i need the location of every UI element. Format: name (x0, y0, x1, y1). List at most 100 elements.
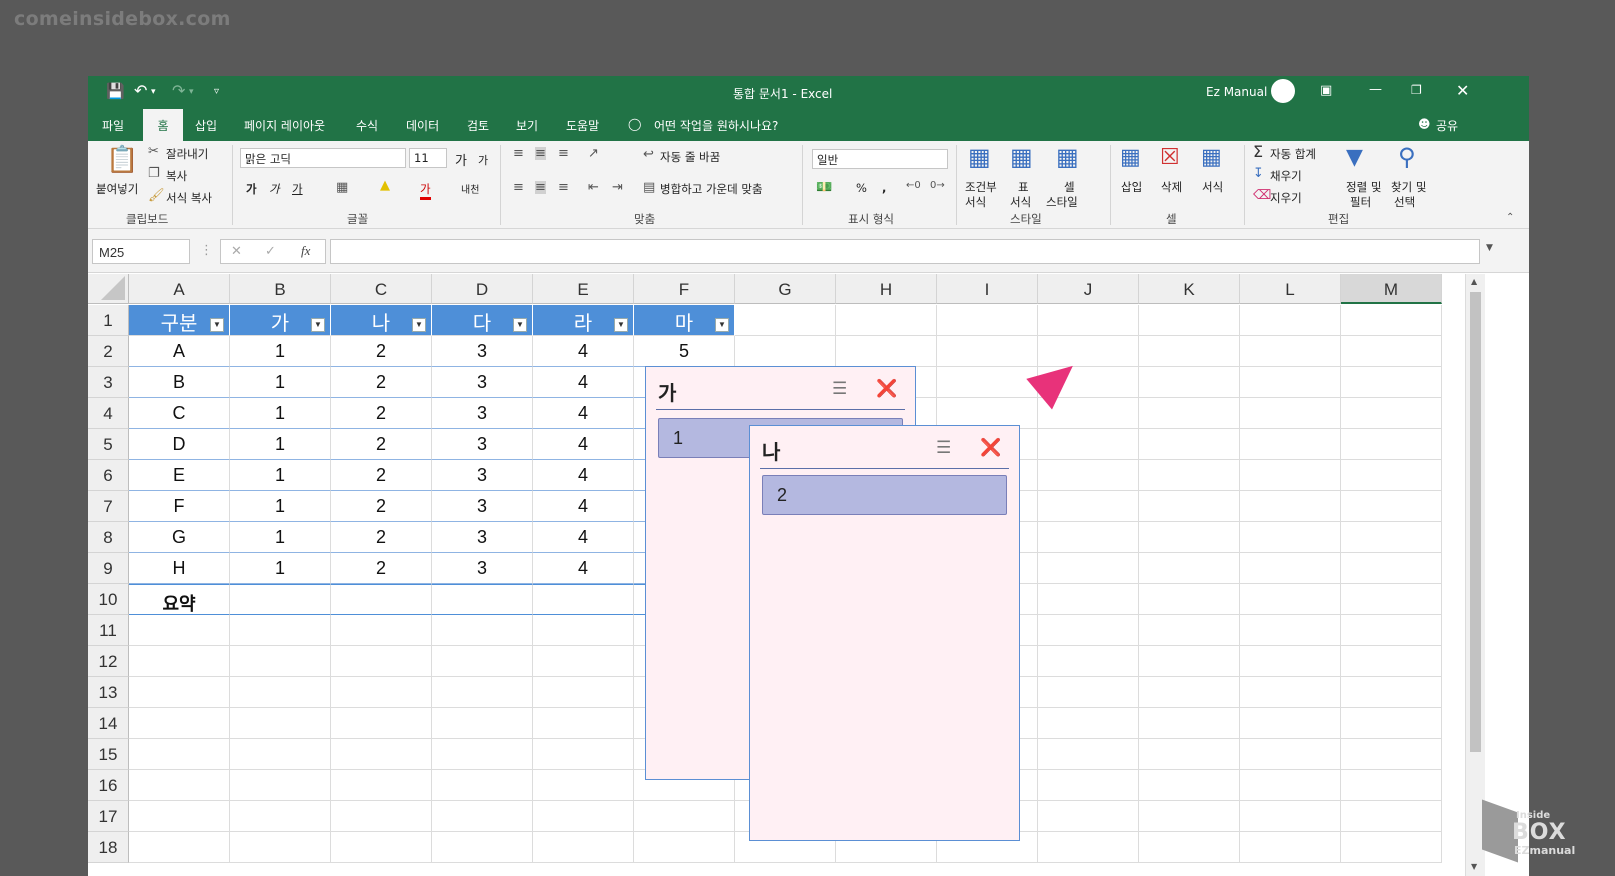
tab-view[interactable]: 보기 (516, 117, 538, 134)
table-cell[interactable]: 1 (230, 336, 331, 367)
cell[interactable] (1038, 553, 1139, 584)
number-format-select[interactable]: 일반 (812, 149, 948, 169)
filter-dropdown-icon[interactable]: ▼ (412, 318, 426, 332)
clear-filter-icon[interactable]: ❌ (980, 438, 1001, 458)
comma-button[interactable]: , (882, 181, 886, 195)
table-cell[interactable]: 2 (331, 553, 432, 584)
cell[interactable] (1341, 708, 1442, 739)
cell[interactable] (1139, 491, 1240, 522)
cell[interactable] (230, 832, 331, 863)
row-header[interactable]: 7 (88, 491, 129, 522)
table-header-cell[interactable]: 나 ▼ (331, 305, 432, 336)
delete-cells-button[interactable]: 삭제 (1161, 179, 1182, 195)
table-header-cell[interactable]: 라 ▼ (533, 305, 634, 336)
cell[interactable] (1341, 336, 1442, 367)
grow-font-button[interactable]: 가 (455, 150, 467, 169)
table-cell[interactable]: D (129, 429, 230, 460)
cell[interactable] (1240, 770, 1341, 801)
align-center-icon[interactable]: ≡ (535, 181, 546, 194)
cell[interactable] (735, 336, 836, 367)
multi-select-icon[interactable]: ☰ (936, 438, 951, 458)
font-size-select[interactable]: 11 (409, 148, 447, 168)
cell[interactable] (1139, 522, 1240, 553)
table-cell[interactable]: 1 (230, 460, 331, 491)
cell[interactable] (230, 708, 331, 739)
cell[interactable] (230, 646, 331, 677)
cell[interactable] (1341, 739, 1442, 770)
cell[interactable] (1341, 305, 1442, 336)
table-cell[interactable]: 1 (230, 522, 331, 553)
merge-center-button[interactable]: 병합하고 가운데 맞춤 (660, 181, 763, 197)
increase-indent-icon[interactable]: ⇥ (612, 181, 623, 194)
table-cell[interactable]: A (129, 336, 230, 367)
column-header[interactable]: H (836, 274, 937, 304)
cell[interactable] (1240, 491, 1341, 522)
cell[interactable] (937, 367, 1038, 398)
align-middle-icon[interactable]: ≡ (535, 147, 546, 160)
cell-styles-label-2[interactable]: 스타일 (1046, 194, 1078, 210)
currency-icon[interactable]: 💵 (816, 181, 832, 194)
cell[interactable] (331, 801, 432, 832)
filter-dropdown-icon[interactable]: ▼ (311, 318, 325, 332)
table-cell[interactable]: 4 (533, 522, 634, 553)
filter-dropdown-icon[interactable]: ▼ (715, 318, 729, 332)
cell[interactable] (432, 801, 533, 832)
cell[interactable] (1240, 305, 1341, 336)
cell[interactable] (1038, 305, 1139, 336)
italic-button[interactable]: 가 (269, 181, 280, 197)
row-header[interactable]: 15 (88, 739, 129, 770)
save-icon[interactable]: 💾 (106, 82, 125, 100)
cell[interactable] (1139, 739, 1240, 770)
cell[interactable] (1240, 615, 1341, 646)
font-color-button[interactable]: 가 (420, 181, 431, 200)
cell[interactable] (1341, 491, 1442, 522)
table-cell[interactable]: 4 (533, 398, 634, 429)
cell[interactable] (1341, 615, 1442, 646)
table-cell[interactable]: 3 (432, 367, 533, 398)
expand-formula-icon[interactable]: ▼ (1486, 243, 1493, 253)
table-cell[interactable]: G (129, 522, 230, 553)
increase-decimal-icon[interactable]: ←0 (906, 181, 921, 191)
cell[interactable] (1341, 584, 1442, 615)
cell[interactable] (1139, 801, 1240, 832)
cell[interactable] (230, 615, 331, 646)
cell[interactable] (1240, 336, 1341, 367)
table-cell[interactable]: 2 (331, 367, 432, 398)
cell[interactable] (1038, 584, 1139, 615)
cell[interactable] (533, 708, 634, 739)
table-cell[interactable]: E (129, 460, 230, 491)
summary-label-cell[interactable]: 요약 (129, 584, 230, 615)
cell[interactable] (1240, 708, 1341, 739)
table-header-cell[interactable]: 구분 ▼ (129, 305, 230, 336)
cancel-icon[interactable]: ✕ (231, 244, 242, 259)
tab-help[interactable]: 도움말 (566, 117, 599, 134)
redo-icon[interactable]: ↷ (172, 81, 185, 100)
tab-page-layout[interactable]: 페이지 레이아웃 (244, 117, 325, 134)
format-table-label-2[interactable]: 서식 (1010, 194, 1031, 210)
cell[interactable] (937, 305, 1038, 336)
cell[interactable] (331, 615, 432, 646)
table-cell[interactable]: 2 (331, 336, 432, 367)
table-cell[interactable]: 1 (230, 398, 331, 429)
table-cell[interactable]: 4 (533, 491, 634, 522)
cell[interactable] (1341, 522, 1442, 553)
clear-filter-icon[interactable]: ❌ (876, 379, 897, 399)
column-header[interactable]: C (331, 274, 432, 304)
cell[interactable] (129, 832, 230, 863)
row-header[interactable]: 9 (88, 553, 129, 584)
share-button[interactable]: 공유 (1436, 117, 1458, 134)
fill-color-icon[interactable]: ▲ (380, 179, 390, 192)
column-header[interactable]: M (1341, 274, 1442, 304)
column-header[interactable]: E (533, 274, 634, 304)
table-cell[interactable]: H (129, 553, 230, 584)
font-name-select[interactable]: 맑은 고딕 (240, 148, 406, 168)
undo-dropdown-icon[interactable]: ▾ (151, 87, 156, 97)
cell[interactable] (735, 305, 836, 336)
cell[interactable] (1240, 584, 1341, 615)
table-cell[interactable]: 1 (230, 429, 331, 460)
column-header[interactable]: B (230, 274, 331, 304)
scroll-down-icon[interactable]: ▼ (1471, 862, 1477, 871)
sort-filter-label-2[interactable]: 필터 (1350, 194, 1371, 210)
row-header[interactable]: 5 (88, 429, 129, 460)
cell[interactable] (1139, 708, 1240, 739)
